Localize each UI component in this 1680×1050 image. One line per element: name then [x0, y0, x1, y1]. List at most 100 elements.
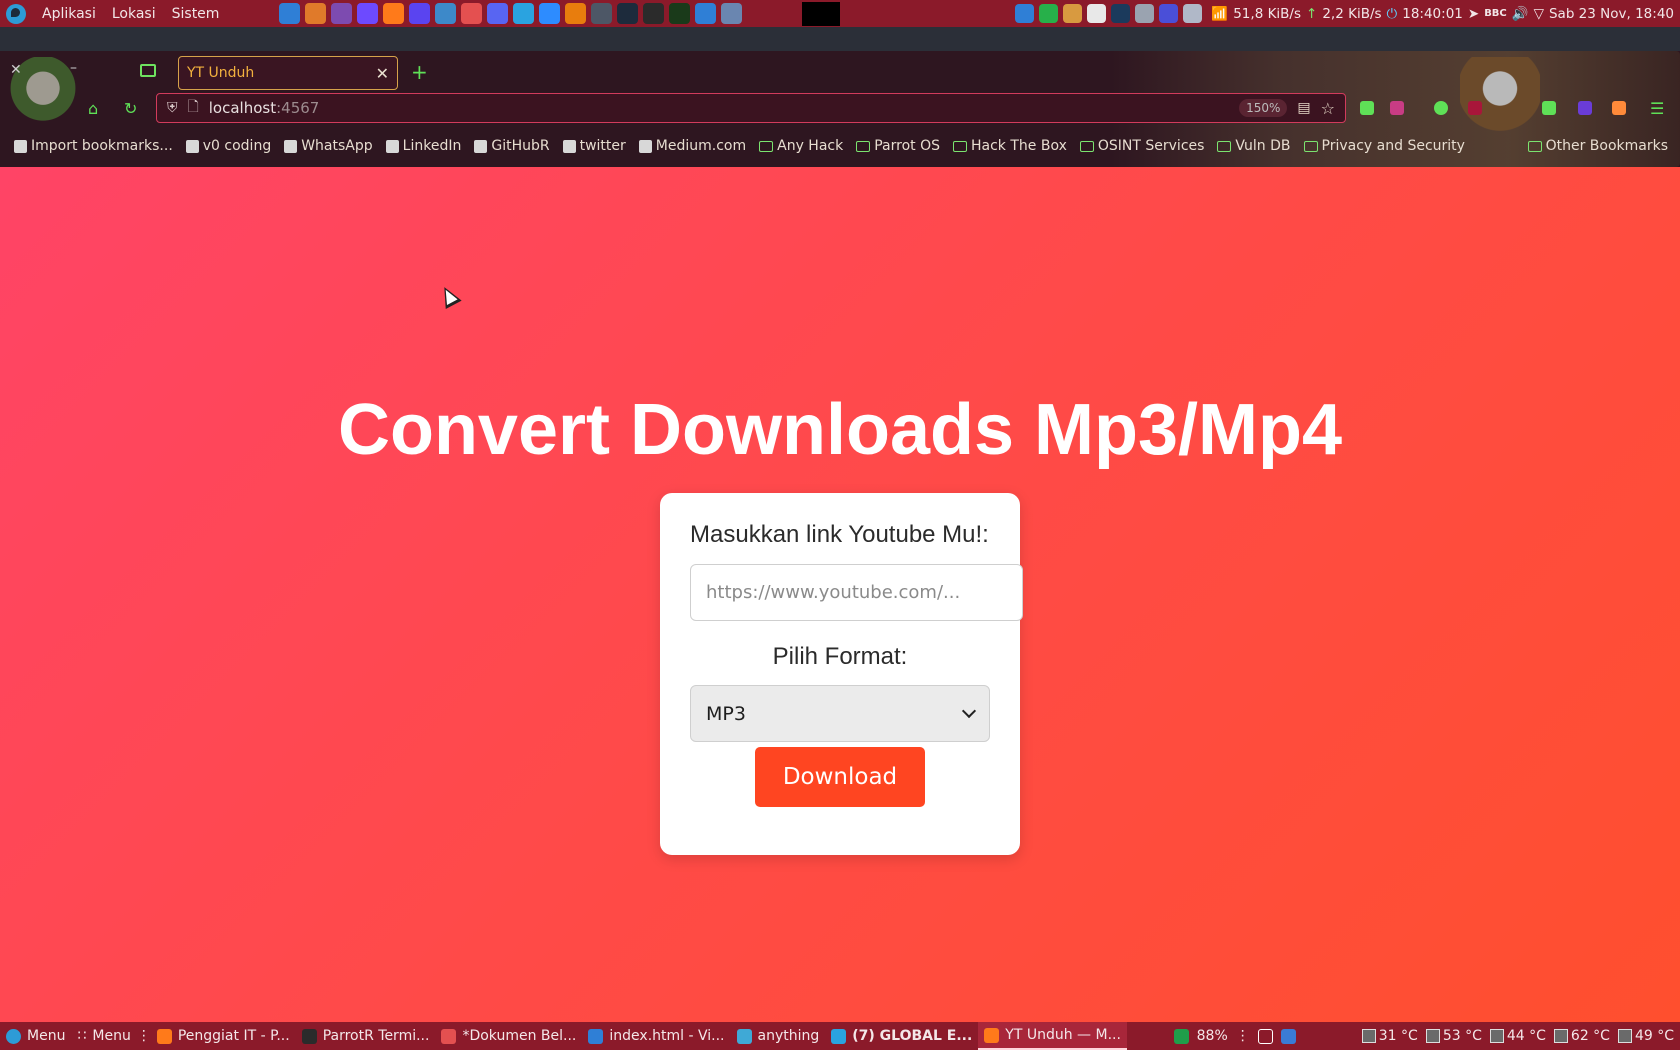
shield-icon[interactable]: ⛨	[167, 100, 178, 116]
brave-icon[interactable]	[409, 3, 431, 24]
network-icon[interactable]	[435, 3, 457, 24]
taskbar-window-button[interactable]: (7) GLOBAL E...	[825, 1022, 978, 1050]
temperature-sensor[interactable]: 49 °C	[1617, 1028, 1674, 1044]
temperature-sensor[interactable]: 31 °C	[1361, 1028, 1418, 1044]
page-info-icon[interactable]: 🗋	[188, 96, 199, 120]
github-tray-icon[interactable]	[1087, 4, 1107, 23]
url-text[interactable]: localhost:4567	[209, 99, 320, 117]
menu-aplikasi[interactable]: Aplikasi	[42, 6, 96, 22]
bookmark-item[interactable]: Privacy and Security	[1303, 138, 1465, 154]
tor-icon[interactable]	[331, 3, 353, 24]
puzzle-icon[interactable]	[1183, 4, 1203, 23]
text-editor-icon[interactable]	[461, 3, 483, 24]
wifi-icon[interactable]: 📶	[1211, 6, 1228, 22]
taskbar-window-button[interactable]: ParrotR Termi...	[296, 1022, 436, 1050]
terminal-root-icon[interactable]	[669, 3, 691, 24]
taskbar-window-button[interactable]: *Dokumen Bel...	[435, 1022, 582, 1050]
extension-fox-icon[interactable]	[1612, 101, 1626, 115]
window-minimize-icon[interactable]: –	[70, 60, 77, 76]
reader-icon[interactable]: ▤	[1297, 100, 1310, 116]
reload-icon[interactable]: ↻	[124, 99, 137, 118]
workspace-icon[interactable]	[1257, 1028, 1273, 1044]
menu-lokasi[interactable]: Lokasi	[112, 6, 156, 22]
address-bar[interactable]: ⛨ 🗋 localhost:4567 150% ▤ ☆	[156, 93, 1346, 123]
home-icon[interactable]: ⌂	[88, 99, 98, 118]
temperature-sensor[interactable]: 53 °C	[1425, 1028, 1482, 1044]
menu-grid-button[interactable]: ∷ Menu	[71, 1022, 136, 1050]
tab-bar: ✕ – YT Unduh ✕ +	[0, 54, 1680, 90]
bookmark-item[interactable]: Any Hack	[759, 138, 843, 154]
proton-icon[interactable]	[357, 3, 379, 24]
discord-icon[interactable]	[487, 3, 509, 24]
bookmark-item[interactable]: Medium.com	[638, 138, 746, 154]
zoom-icon[interactable]	[539, 3, 561, 24]
telegram-tray-icon[interactable]: ➤	[1468, 6, 1479, 22]
parrot-logo-icon[interactable]	[6, 3, 26, 24]
vscode-icon[interactable]	[279, 3, 301, 24]
bbc-icon[interactable]: BBC	[1484, 8, 1507, 19]
firefox-icon[interactable]	[383, 3, 405, 24]
extension-proton-icon[interactable]	[1578, 101, 1592, 115]
telegram-icon[interactable]	[513, 3, 535, 24]
bookmark-item[interactable]: OSINT Services	[1079, 138, 1204, 154]
app-menu-icon[interactable]: ☰	[1650, 99, 1664, 118]
extension-infinity-icon[interactable]	[1360, 101, 1374, 115]
qbittorrent-icon[interactable]	[1015, 4, 1035, 23]
extension-download-icon[interactable]	[1390, 101, 1404, 115]
bookmark-item[interactable]: WhatsApp	[284, 138, 373, 154]
cpu-icon[interactable]	[1135, 4, 1155, 23]
ublock-icon[interactable]	[1468, 101, 1482, 115]
burp-icon[interactable]	[305, 3, 327, 24]
temperature-sensor[interactable]: 62 °C	[1553, 1028, 1610, 1044]
monitor-icon[interactable]	[695, 3, 717, 24]
new-tab-icon[interactable]: +	[411, 60, 428, 84]
menu-sistem[interactable]: Sistem	[172, 6, 220, 22]
folder-icon	[1217, 140, 1232, 152]
zoom-level-badge[interactable]: 150%	[1239, 99, 1288, 117]
page-viewport: Convert Downloads Mp3/Mp4 Masukkan link …	[0, 167, 1680, 1022]
other-bookmarks[interactable]: Other Bookmarks	[1527, 138, 1668, 154]
parrot-menu-icon	[6, 1028, 21, 1044]
tab-close-icon[interactable]: ✕	[376, 64, 389, 83]
screenshot-icon[interactable]	[721, 3, 743, 24]
taskbar-window-button[interactable]: YT Unduh — M...	[978, 1022, 1127, 1050]
temperature-sensor[interactable]: 44 °C	[1489, 1028, 1546, 1044]
clipboard-icon[interactable]	[1159, 4, 1179, 23]
bookmark-label: Hack The Box	[971, 138, 1067, 154]
bookmark-item[interactable]: v0 coding	[185, 138, 271, 154]
update-icon[interactable]	[1039, 4, 1059, 23]
bookmark-item[interactable]: Vuln DB	[1217, 138, 1291, 154]
bookmark-item[interactable]: Parrot OS	[856, 138, 940, 154]
taskbar-window-button[interactable]: Penggiat IT - P...	[151, 1022, 296, 1050]
download-button[interactable]: Download	[755, 747, 925, 807]
bookmark-item[interactable]: GitHubR	[474, 138, 550, 154]
volume-icon[interactable]: 🔊	[1512, 6, 1529, 22]
security-icon[interactable]	[617, 3, 639, 24]
black-window-thumbnail[interactable]	[802, 1, 841, 26]
power-icon[interactable]: ⏻	[1387, 6, 1398, 22]
extensions-puzzle-icon[interactable]	[1542, 101, 1556, 115]
wifi-signal-icon[interactable]: ▽	[1534, 6, 1544, 22]
account-icon[interactable]	[1434, 101, 1448, 115]
format-select[interactable]: MP3	[690, 685, 990, 742]
firefox-workspace-icon[interactable]	[1280, 1028, 1296, 1044]
taskbar-window-button[interactable]: anything	[731, 1022, 826, 1050]
youtube-link-input[interactable]	[690, 564, 1023, 621]
grid-icon[interactable]	[591, 3, 613, 24]
terminal-icon[interactable]	[643, 3, 665, 24]
tab-manager-icon[interactable]	[140, 64, 156, 77]
date-time[interactable]: Sab 23 Nov, 18:40	[1549, 6, 1674, 22]
bookmark-item[interactable]: Import bookmarks...	[14, 138, 173, 154]
bookmark-item[interactable]: twitter	[562, 138, 626, 154]
steam-icon[interactable]	[1111, 4, 1131, 23]
window-close-icon[interactable]: ✕	[10, 62, 22, 78]
menu-button[interactable]: Menu	[0, 1022, 71, 1050]
usb-icon[interactable]	[1063, 4, 1083, 23]
bookmark-item[interactable]: LinkedIn	[385, 138, 461, 154]
bookmark-item[interactable]: Hack The Box	[953, 138, 1067, 154]
taskbar-window-button[interactable]: index.html - Vi...	[582, 1022, 730, 1050]
blender-icon[interactable]	[565, 3, 587, 24]
tab-yt-unduh[interactable]: YT Unduh ✕	[178, 56, 398, 90]
bookmark-star-icon[interactable]: ☆	[1321, 99, 1335, 118]
window-list-icon[interactable]: ⋮	[1236, 1028, 1250, 1044]
